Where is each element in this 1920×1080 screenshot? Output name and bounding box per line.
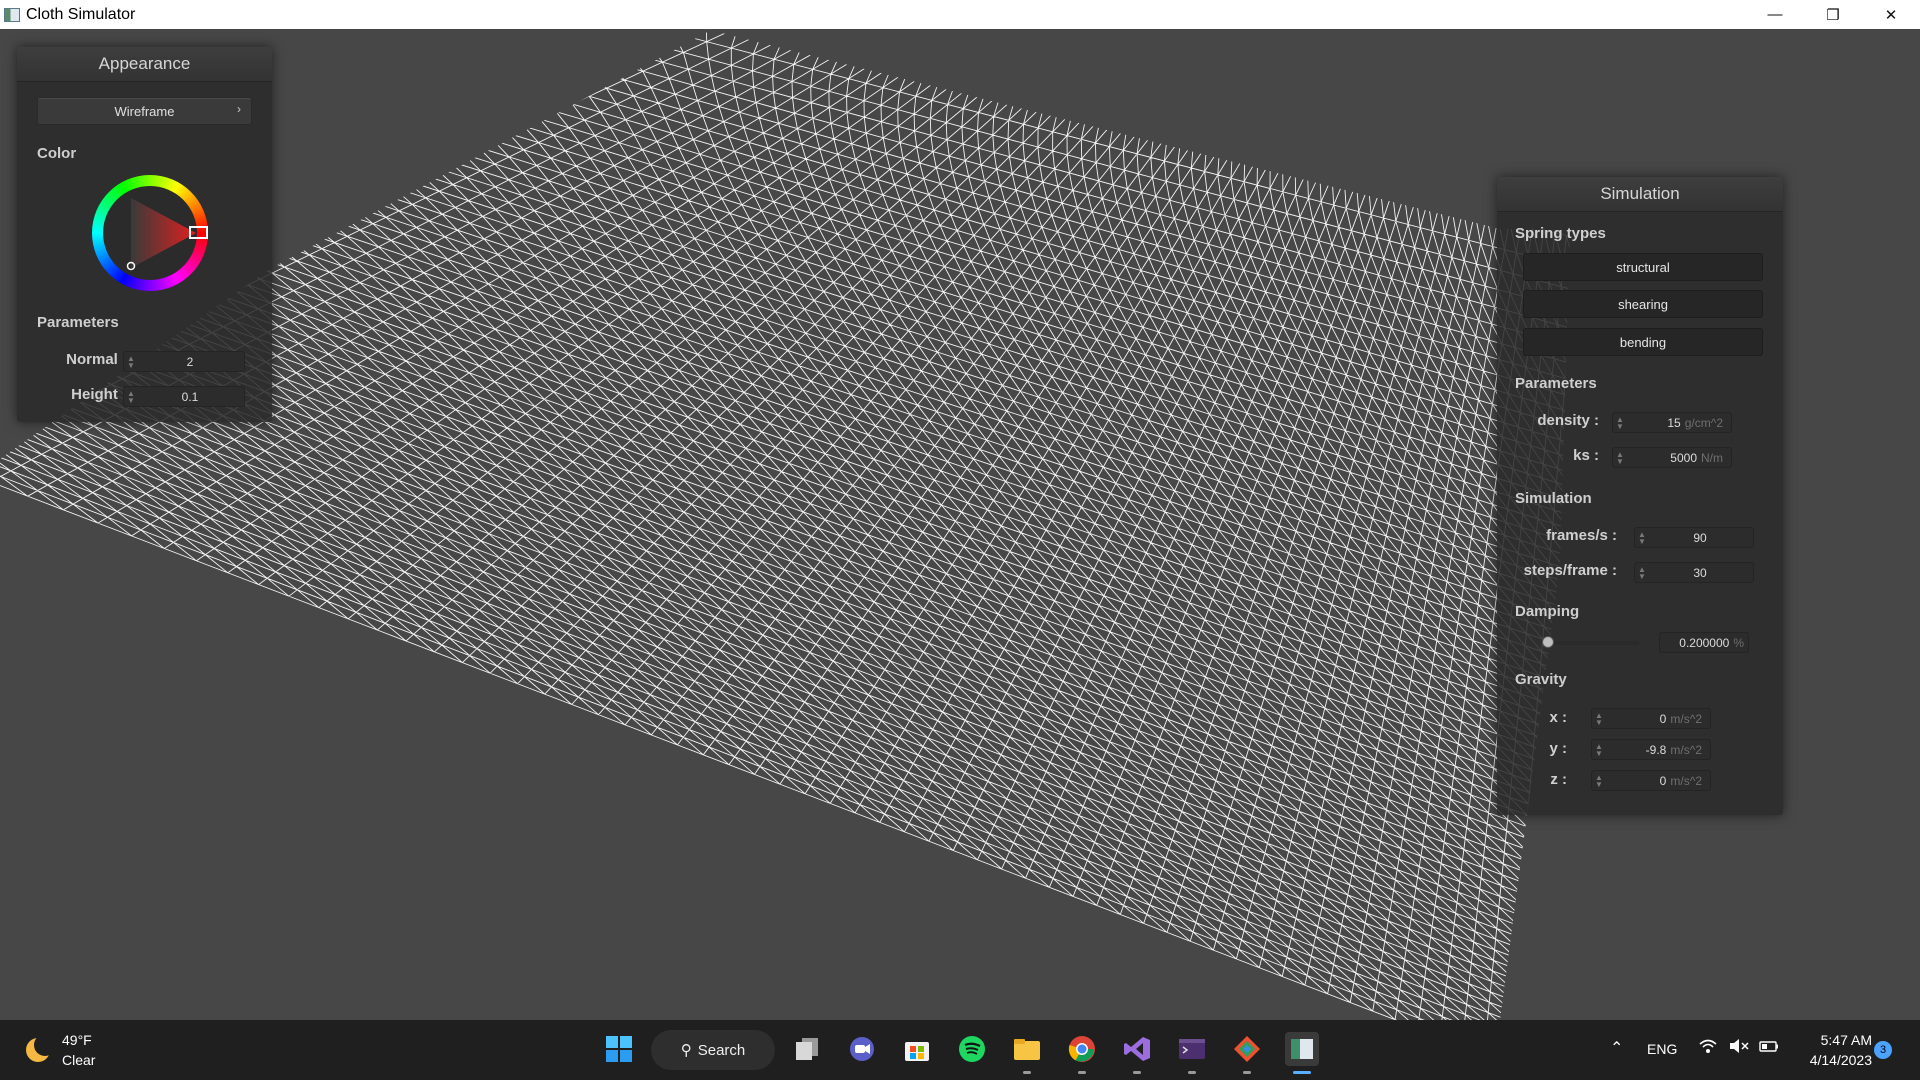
close-button[interactable]: ✕ xyxy=(1862,0,1920,29)
appearance-params-label: Parameters xyxy=(37,314,119,331)
running-indicator xyxy=(1133,1071,1141,1074)
stepper-icon[interactable]: ▲ ▼ xyxy=(1637,565,1647,580)
gravity-z-label: z : xyxy=(1550,771,1567,788)
system-clock[interactable]: 5:47 AM 4/14/2023 xyxy=(1792,1030,1872,1070)
cloth-simulator-icon[interactable] xyxy=(1285,1032,1319,1074)
steps-label: steps/frame : xyxy=(1523,562,1617,579)
window-title: Cloth Simulator xyxy=(26,5,136,23)
ks-label: ks : xyxy=(1573,447,1599,464)
stepper-icon[interactable]: ▲ ▼ xyxy=(1594,711,1604,726)
gravity-x-input[interactable]: ▲ ▼ 0 m/s^2 xyxy=(1591,708,1711,729)
volume-muted-icon[interactable] xyxy=(1728,1037,1750,1058)
spotify-icon[interactable] xyxy=(955,1032,989,1066)
normal-input[interactable]: ▲ ▼ 2 xyxy=(123,351,245,372)
gravity-z-input[interactable]: ▲ ▼ 0 m/s^2 xyxy=(1591,770,1711,791)
stepper-icon[interactable]: ▲ ▼ xyxy=(1594,773,1604,788)
damping-label: Damping xyxy=(1515,603,1580,620)
restore-button[interactable]: ❐ xyxy=(1804,0,1862,29)
simulation-header: Simulation xyxy=(1497,177,1783,212)
damping-slider-handle[interactable] xyxy=(1542,636,1555,648)
clock-time: 5:47 AM xyxy=(1820,1032,1872,1048)
search-label: Search xyxy=(697,1041,746,1059)
color-wheel[interactable] xyxy=(92,175,208,291)
bending-spring-toggle[interactable]: bending xyxy=(1523,328,1763,356)
wifi-icon[interactable] xyxy=(1698,1037,1718,1058)
running-indicator xyxy=(1243,1071,1251,1074)
stepper-icon[interactable]: ▲ ▼ xyxy=(1594,742,1604,757)
title-bar: Cloth Simulator — ❐ ✕ xyxy=(0,0,1920,29)
density-input[interactable]: ▲ ▼ 15 g/cm^2 xyxy=(1612,412,1732,433)
sim-simulation-label: Simulation xyxy=(1515,490,1592,507)
simulation-panel: Simulation Spring types structural shear… xyxy=(1497,177,1783,815)
running-indicator xyxy=(1188,1071,1196,1074)
notification-badge[interactable]: 3 xyxy=(1874,1041,1892,1059)
density-label: density : xyxy=(1537,412,1599,429)
steps-input[interactable]: ▲ ▼ 30 xyxy=(1634,562,1754,583)
render-mode-value: Wireframe xyxy=(114,103,175,119)
moon-icon xyxy=(24,1034,56,1064)
store-icon[interactable] xyxy=(900,1032,934,1066)
fps-input[interactable]: ▲ ▼ 90 xyxy=(1634,527,1754,548)
normal-label: Normal : xyxy=(66,351,127,368)
gravity-label: Gravity xyxy=(1515,671,1567,688)
color-triangle[interactable] xyxy=(92,175,208,291)
stepper-icon[interactable]: ▲ ▼ xyxy=(1637,530,1647,545)
gravity-y-label: y : xyxy=(1549,740,1567,757)
chevron-right-icon: › xyxy=(237,102,241,116)
terminal-icon[interactable] xyxy=(1175,1032,1209,1074)
battery-icon[interactable] xyxy=(1758,1037,1780,1058)
taskbar: 49°F Clear ⚲ Search ⌃ ENG 5:47 AM 4/14/2… xyxy=(0,1020,1920,1080)
visual-studio-icon[interactable] xyxy=(1120,1032,1154,1074)
damping-slider[interactable] xyxy=(1547,641,1639,645)
chrome-icon[interactable] xyxy=(1065,1032,1099,1074)
color-label: Color xyxy=(37,145,77,162)
git-icon[interactable] xyxy=(1230,1032,1264,1074)
gravity-x-label: x : xyxy=(1549,709,1567,726)
ks-input[interactable]: ▲ ▼ 5000 N/m xyxy=(1612,447,1732,468)
chat-icon[interactable] xyxy=(845,1032,879,1066)
appearance-header: Appearance xyxy=(17,47,272,82)
windows-start-icon[interactable] xyxy=(602,1032,636,1066)
gravity-y-input[interactable]: ▲ ▼ -9.8 m/s^2 xyxy=(1591,739,1711,760)
minimize-button[interactable]: — xyxy=(1746,0,1804,29)
render-mode-dropdown[interactable]: Wireframe › xyxy=(37,97,252,125)
running-indicator xyxy=(1078,1071,1086,1074)
sim-params-label: Parameters xyxy=(1515,375,1597,392)
fps-label: frames/s : xyxy=(1546,527,1617,544)
damping-input[interactable]: 0.200000 % xyxy=(1659,632,1749,653)
chevron-up-icon[interactable]: ⌃ xyxy=(1610,1038,1623,1058)
stepper-icon[interactable]: ▲ ▼ xyxy=(1615,450,1625,465)
app-icon xyxy=(4,7,20,22)
height-input[interactable]: ▲ ▼ 0.1 xyxy=(123,386,245,407)
weather-temperature: 49°F xyxy=(62,1032,92,1048)
weather-widget[interactable]: 49°F Clear xyxy=(24,1030,95,1070)
weather-condition: Clear xyxy=(62,1052,96,1068)
height-label: Height : xyxy=(71,386,127,403)
spring-types-label: Spring types xyxy=(1515,225,1606,242)
running-indicator xyxy=(1023,1071,1031,1074)
appearance-panel: Appearance Wireframe › Color Parameters … xyxy=(17,47,272,422)
search-icon: ⚲ xyxy=(680,1042,692,1059)
file-explorer-icon[interactable] xyxy=(1010,1032,1044,1074)
shearing-spring-toggle[interactable]: shearing xyxy=(1523,290,1763,318)
structural-spring-toggle[interactable]: structural xyxy=(1523,253,1763,281)
stepper-icon[interactable]: ▲ ▼ xyxy=(126,354,136,369)
stepper-icon[interactable]: ▲ ▼ xyxy=(1615,415,1625,430)
taskbar-search[interactable]: ⚲ Search xyxy=(651,1030,775,1070)
language-indicator[interactable]: ENG xyxy=(1647,1041,1677,1057)
task-view-icon[interactable] xyxy=(790,1032,824,1066)
stepper-icon[interactable]: ▲ ▼ xyxy=(126,389,136,404)
clock-date: 4/14/2023 xyxy=(1809,1052,1872,1068)
active-indicator xyxy=(1293,1071,1311,1074)
